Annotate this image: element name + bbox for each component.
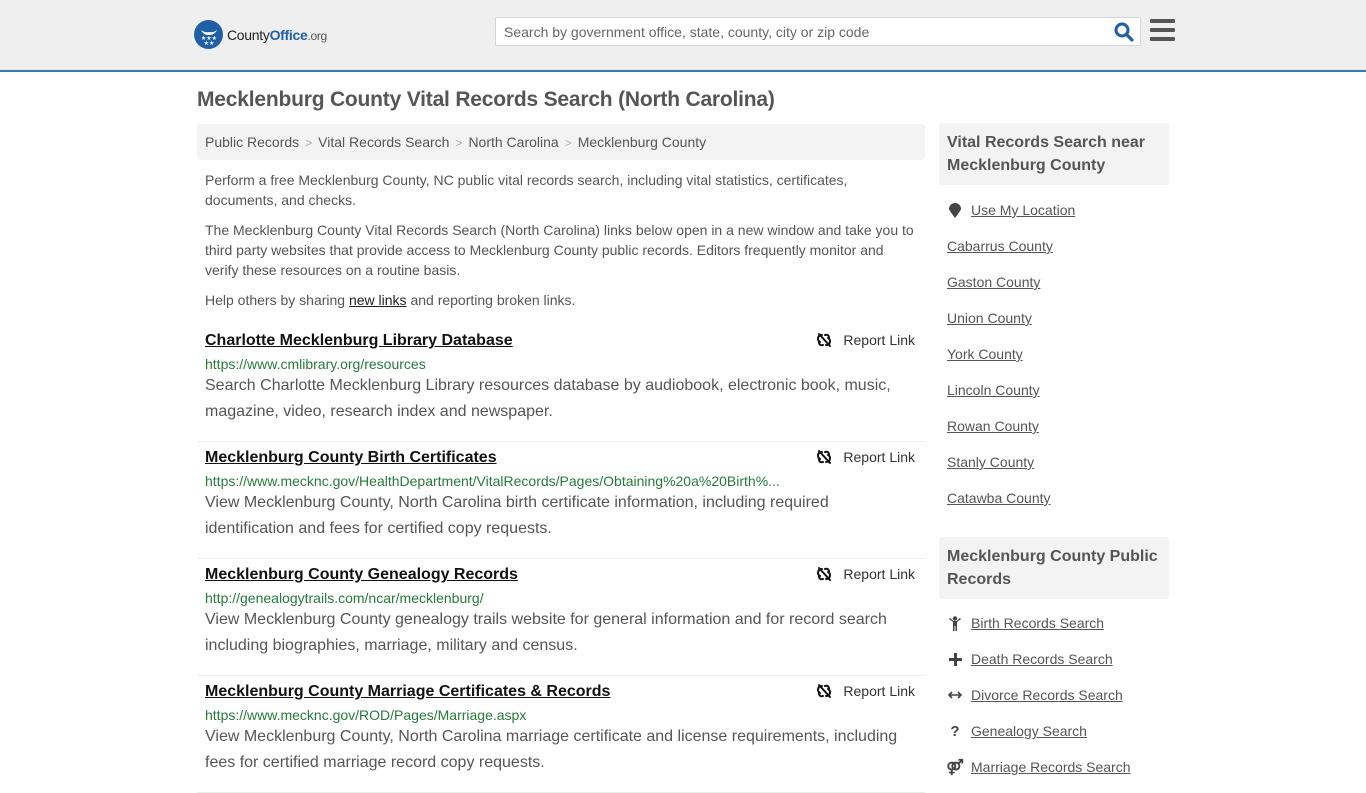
nearby-county-link[interactable]: Catawba County <box>947 490 1051 506</box>
result-item: Mecklenburg County Marriage Certificates… <box>197 676 925 793</box>
svg-text:★★: ★★ <box>203 40 214 46</box>
public-records-item: ⚤ Marriage Records Search <box>946 749 1169 785</box>
question-icon: ? <box>950 722 960 740</box>
public-records-item: Divorce Records Search <box>947 677 1169 713</box>
child-icon <box>947 615 963 631</box>
nearby-county-link[interactable]: Rowan County <box>947 418 1039 434</box>
nearby-item: Stanly County <box>947 444 1169 480</box>
broken-link-icon <box>817 684 832 698</box>
gender-icon: ⚤ <box>946 759 964 776</box>
breadcrumb-public-records[interactable]: Public Records <box>205 134 299 150</box>
result-url: http://genealogytrails.com/ncar/mecklenb… <box>205 590 484 606</box>
marriage-records-search-link[interactable]: Marriage Records Search <box>971 759 1131 775</box>
result-title-link[interactable]: Mecklenburg County Birth Certificates <box>205 449 497 467</box>
result-description: View Mecklenburg County, North Carolina … <box>205 494 829 537</box>
genealogy-search-link[interactable]: Genealogy Search <box>971 723 1087 739</box>
logo-text: CountyOffice.org <box>227 26 327 43</box>
chevron-right-icon: > <box>455 136 463 150</box>
result-item: Charlotte Mecklenburg Library Database R… <box>197 325 925 442</box>
new-links-link[interactable]: new links <box>349 292 407 308</box>
site-header: ★★★ ★★ CountyOffice.org <box>0 0 1366 70</box>
breadcrumb: Public Records > Vital Records Search > Nort… <box>197 124 925 160</box>
public-records-item: Birth Records Search <box>947 605 1169 641</box>
header-divider <box>0 70 1366 72</box>
nearby-county-link[interactable]: Lincoln County <box>947 382 1040 398</box>
nearby-county-link[interactable]: Stanly County <box>947 454 1034 470</box>
arrows-horizontal-icon <box>947 690 963 700</box>
result-url: https://www.mecknc.gov/HealthDepartment/… <box>205 473 780 489</box>
nearby-county-link[interactable]: Gaston County <box>947 274 1040 290</box>
result-title-link[interactable]: Mecklenburg County Genealogy Records <box>205 566 518 584</box>
chevron-right-icon: > <box>564 136 572 150</box>
nearby-item: Rowan County <box>947 408 1169 444</box>
page-title: Mecklenburg County Vital Records Search … <box>197 88 775 111</box>
public-records-list: Birth Records Search Death Records Searc… <box>946 605 1169 785</box>
report-link-button[interactable]: Report Link <box>816 449 915 465</box>
hamburger-menu-icon[interactable] <box>1150 19 1175 41</box>
public-records-item: Death Records Search <box>947 641 1169 677</box>
nearby-item: Gaston County <box>947 264 1169 300</box>
chevron-right-icon: > <box>305 136 313 150</box>
broken-link-icon <box>817 333 832 347</box>
use-my-location-item: Use My Location <box>947 192 1169 228</box>
nearby-county-link[interactable]: Union County <box>947 310 1032 326</box>
nearby-list: Use My Location Cabarrus County Gaston C… <box>947 192 1169 516</box>
logo[interactable]: ★★★ ★★ CountyOffice.org <box>194 20 327 49</box>
result-url: https://www.cmlibrary.org/resources <box>205 356 426 372</box>
breadcrumb-vital-records-search[interactable]: Vital Records Search <box>318 134 449 150</box>
nearby-item: Union County <box>947 300 1169 336</box>
report-link-button[interactable]: Report Link <box>816 683 915 699</box>
map-marker-icon <box>947 202 963 218</box>
nearby-item: Cabarrus County <box>947 228 1169 264</box>
nearby-item: York County <box>947 336 1169 372</box>
eagle-stars-icon: ★★★ ★★ <box>194 20 223 49</box>
broken-link-icon <box>817 450 832 464</box>
intro: Perform a free Mecklenburg County, NC pu… <box>205 170 920 320</box>
plus-icon <box>947 652 963 666</box>
death-records-search-link[interactable]: Death Records Search <box>971 651 1113 667</box>
result-item: Mecklenburg County Birth Certificates Re… <box>197 442 925 559</box>
result-description: View Mecklenburg County, North Carolina … <box>205 728 898 771</box>
nearby-item: Catawba County <box>947 480 1169 516</box>
use-my-location-link[interactable]: Use My Location <box>971 202 1075 218</box>
result-title-link[interactable]: Charlotte Mecklenburg Library Database <box>205 332 513 350</box>
intro-paragraph-3: Help others by sharing new links and rep… <box>205 292 576 308</box>
intro-paragraph-2: The Mecklenburg County Vital Records Sea… <box>205 222 914 278</box>
broken-link-icon <box>817 567 832 581</box>
intro-paragraph-1: Perform a free Mecklenburg County, NC pu… <box>205 172 848 208</box>
divorce-records-search-link[interactable]: Divorce Records Search <box>971 687 1123 703</box>
report-link-button[interactable]: Report Link <box>816 332 915 348</box>
result-url: https://www.mecknc.gov/ROD/Pages/Marriag… <box>205 707 527 723</box>
birth-records-search-link[interactable]: Birth Records Search <box>971 615 1104 631</box>
search-icon[interactable] <box>1114 22 1134 42</box>
nearby-heading: Vital Records Search near Mecklenburg Co… <box>939 123 1169 185</box>
nearby-county-link[interactable]: Cabarrus County <box>947 238 1053 254</box>
nearby-county-link[interactable]: York County <box>947 346 1023 362</box>
breadcrumb-north-carolina[interactable]: North Carolina <box>468 134 558 150</box>
breadcrumb-mecklenburg-county[interactable]: Mecklenburg County <box>578 134 706 150</box>
public-records-heading: Mecklenburg County Public Records <box>939 537 1169 599</box>
public-records-item: ? Genealogy Search <box>947 713 1169 749</box>
nearby-item: Lincoln County <box>947 372 1169 408</box>
result-description: View Mecklenburg County genealogy trails… <box>205 611 887 654</box>
result-title-link[interactable]: Mecklenburg County Marriage Certificates… <box>205 683 610 701</box>
search-box <box>495 17 1141 46</box>
report-link-button[interactable]: Report Link <box>816 566 915 582</box>
result-description: Search Charlotte Mecklenburg Library res… <box>205 377 891 420</box>
results-list: Charlotte Mecklenburg Library Database R… <box>197 325 925 793</box>
result-item: Mecklenburg County Genealogy Records Rep… <box>197 559 925 676</box>
search-input[interactable] <box>496 18 1106 45</box>
